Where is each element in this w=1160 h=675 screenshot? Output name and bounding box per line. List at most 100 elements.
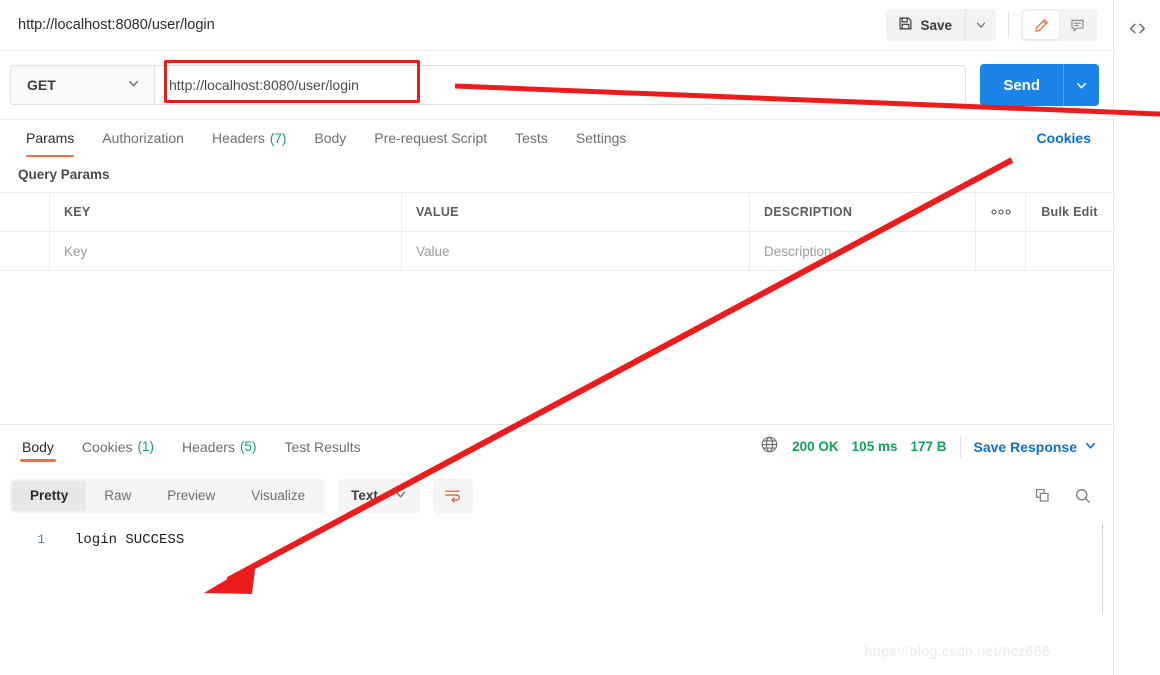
response-tab-label: Cookies [81,438,133,455]
response-body-toolbar: Pretty Raw Preview Visualize Text [0,469,1113,523]
save-response-label: Save Response [973,438,1078,455]
line-number: 1 [37,531,45,547]
column-header-description: DESCRIPTION [750,193,976,231]
save-response-button[interactable]: Save Response [974,439,1098,455]
right-sidebar [1113,0,1160,675]
globe-icon [760,435,779,459]
tab-tests[interactable]: Tests [501,120,562,156]
tab-label: Body [314,130,347,146]
table-header-row: KEY VALUE DESCRIPTION Bulk Edit [0,193,1113,232]
response-tab-label: Body [22,438,54,455]
cookies-link[interactable]: Cookies [1031,120,1097,156]
response-header: Body Cookies (1) Headers (5) Test Result… [0,425,1113,469]
view-toggle-group [1021,9,1097,41]
tab-label: Params [26,130,75,146]
watermark: https://blog.csdn.net/hcz666 [864,643,1050,659]
line-number-gutter: 1 [0,523,56,675]
main-panel: http://localhost:8080/user/login Save GE… [0,0,1113,675]
request-tabs: Params Authorization Headers (7) Body Pr… [12,120,1031,157]
tab-count: (7) [269,130,287,146]
code-line: login SUCCESS [75,531,185,548]
scrollbar-top[interactable] [1102,522,1103,535]
response-time: 105 ms [851,439,898,454]
send-button[interactable]: Send [980,64,1063,106]
format-select[interactable]: Text [338,478,420,513]
page-title: http://localhost:8080/user/login [18,17,215,33]
column-header-key: KEY [50,193,402,231]
tab-settings[interactable]: Settings [562,120,641,156]
tab-authorization[interactable]: Authorization [88,120,198,156]
url-bar: GET Send [0,51,1113,120]
response-tabs: Body Cookies (1) Headers (5) Test Result… [8,425,760,469]
format-value: Text [351,488,378,503]
comment-icon[interactable] [1059,11,1095,39]
query-params-table: KEY VALUE DESCRIPTION Bulk Edit Key Valu… [0,192,1113,271]
response-tab-count: (5) [239,439,257,454]
send-options-chevron-down-icon[interactable] [1063,64,1099,106]
tab-body[interactable]: Body [300,120,360,156]
response-tab-test-results[interactable]: Test Results [270,425,374,469]
view-mode-preview[interactable]: Preview [149,481,233,511]
tab-params[interactable]: Params [12,120,88,157]
floppy-disk-icon [898,16,913,34]
tab-label: Authorization [102,130,184,146]
header-actions: Save [886,9,1097,41]
url-input-wrapper [154,60,967,105]
divider [959,435,961,458]
response-meta: 200 OK 105 ms 177 B Save Response [760,435,1097,459]
column-header-value: VALUE [402,193,750,231]
response-tab-cookies[interactable]: Cookies (1) [68,425,168,469]
chevron-down-icon [127,77,140,93]
response-tab-headers[interactable]: Headers (5) [168,425,270,469]
divider [1008,12,1009,38]
request-header: http://localhost:8080/user/login Save [0,0,1113,51]
request-tab-bar: Params Authorization Headers (7) Body Pr… [0,120,1113,157]
bulk-edit-button[interactable]: Bulk Edit [1026,193,1113,231]
response-tab-label: Headers [182,438,235,455]
tab-label: Tests [515,130,548,146]
url-input[interactable] [154,65,967,105]
code-brackets-icon[interactable] [1122,13,1152,43]
view-mode-pretty[interactable]: Pretty [12,480,87,511]
word-wrap-icon[interactable] [432,478,473,513]
search-icon[interactable] [1069,482,1097,510]
send-group: Send [980,64,1099,106]
postman-window: http://localhost:8080/user/login Save GE… [0,0,1160,675]
select-all-checkbox-cell[interactable] [0,193,50,231]
chevron-down-icon [1084,439,1097,455]
value-input[interactable]: Value [402,232,750,270]
row-checkbox-cell[interactable] [0,232,50,270]
row-spacer [976,232,1026,270]
tab-label: Headers [211,130,265,146]
http-method-select[interactable]: GET [10,65,154,105]
tab-label: Settings [575,130,627,146]
status-badge: 200 OK [792,439,839,454]
save-label: Save [920,17,952,33]
response-tab-body[interactable]: Body [8,425,68,469]
row-spacer-2 [1026,232,1113,270]
pencil-icon[interactable] [1023,11,1059,39]
http-method-value: GET [27,77,56,93]
response-tab-count: (1) [137,439,155,454]
tab-pre-request-script[interactable]: Pre-request Script [360,120,501,156]
chevron-down-icon [394,488,407,504]
table-row: Key Value Description [0,232,1113,271]
description-input[interactable]: Description [750,232,976,270]
view-mode-segmented-control: Pretty Raw Preview Visualize [10,478,326,513]
response-size: 177 B [910,439,947,454]
copy-icon[interactable] [1028,482,1056,510]
response-body-viewer[interactable]: 1 login SUCCESS https://blog.csdn.net/hc… [0,522,1113,675]
save-button[interactable]: Save [886,9,965,41]
view-mode-visualize[interactable]: Visualize [233,481,323,511]
save-group: Save [886,9,996,41]
tab-label: Pre-request Script [374,130,488,146]
scrollbar[interactable] [1102,534,1103,613]
key-input[interactable]: Key [50,232,402,270]
tab-headers[interactable]: Headers (7) [198,120,300,156]
query-params-label: Query Params [18,166,110,182]
response-tab-label: Test Results [284,438,361,455]
view-mode-raw[interactable]: Raw [86,481,149,511]
save-options-chevron-down-icon[interactable] [965,9,996,41]
more-options-icon[interactable] [976,193,1026,231]
request-empty-area [0,271,1113,424]
